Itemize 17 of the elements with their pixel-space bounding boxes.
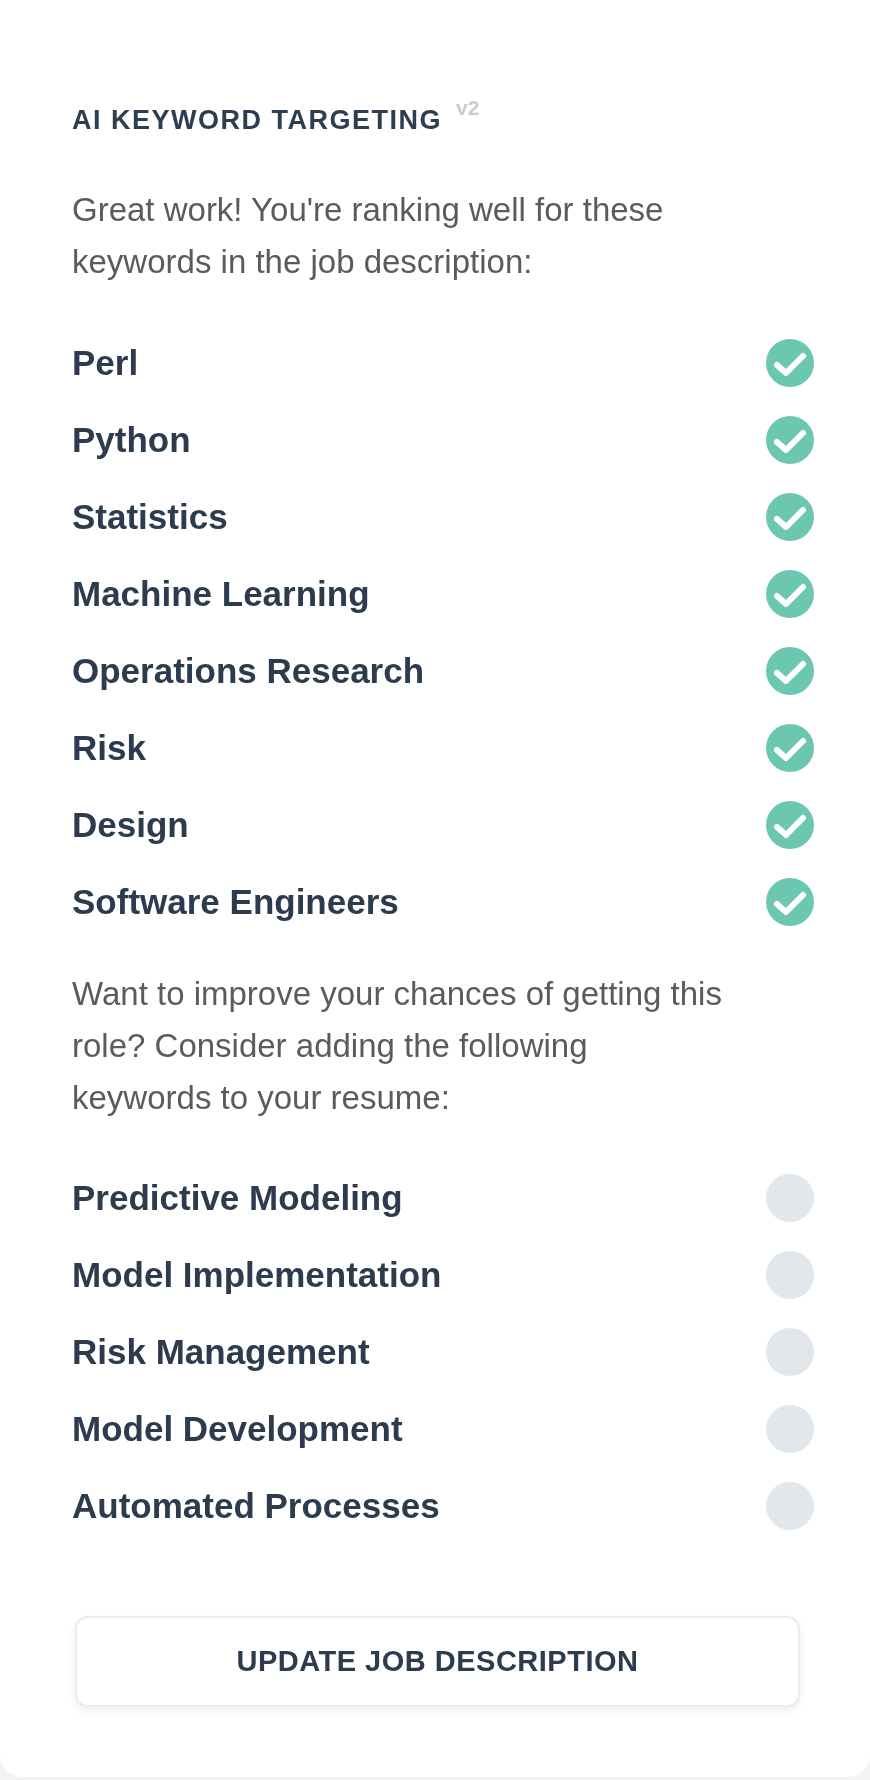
keyword-label: Perl <box>72 342 139 383</box>
keyword-label: Machine Learning <box>72 573 370 614</box>
keyword-label: Predictive Modeling <box>72 1177 403 1218</box>
keyword-label: Python <box>72 419 191 460</box>
suggestion-intro-text: Want to improve your chances of getting this role? Consider adding the following keywords to your resume: <box>72 974 723 1118</box>
update-job-description-button[interactable]: UPDATE JOB DESCRIPTION <box>75 1616 800 1707</box>
keyword-label: Risk <box>72 727 146 768</box>
keyword-label: Design <box>72 804 189 845</box>
keyword-label: Model Implementation <box>72 1254 442 1295</box>
keyword-label: Statistics <box>72 496 228 537</box>
keyword-label: Operations Research <box>72 650 425 691</box>
section-title: AI KEYWORD TARGETING <box>72 105 442 135</box>
matched-intro-text: Great work! You're ranking well for these keywords in the job description: <box>72 190 665 282</box>
keyword-label: Risk Management <box>72 1331 370 1372</box>
keyword-label: Software Engineers <box>72 881 399 922</box>
keyword-label: Model Development <box>72 1408 403 1449</box>
keyword-label: Automated Processes <box>72 1485 440 1526</box>
